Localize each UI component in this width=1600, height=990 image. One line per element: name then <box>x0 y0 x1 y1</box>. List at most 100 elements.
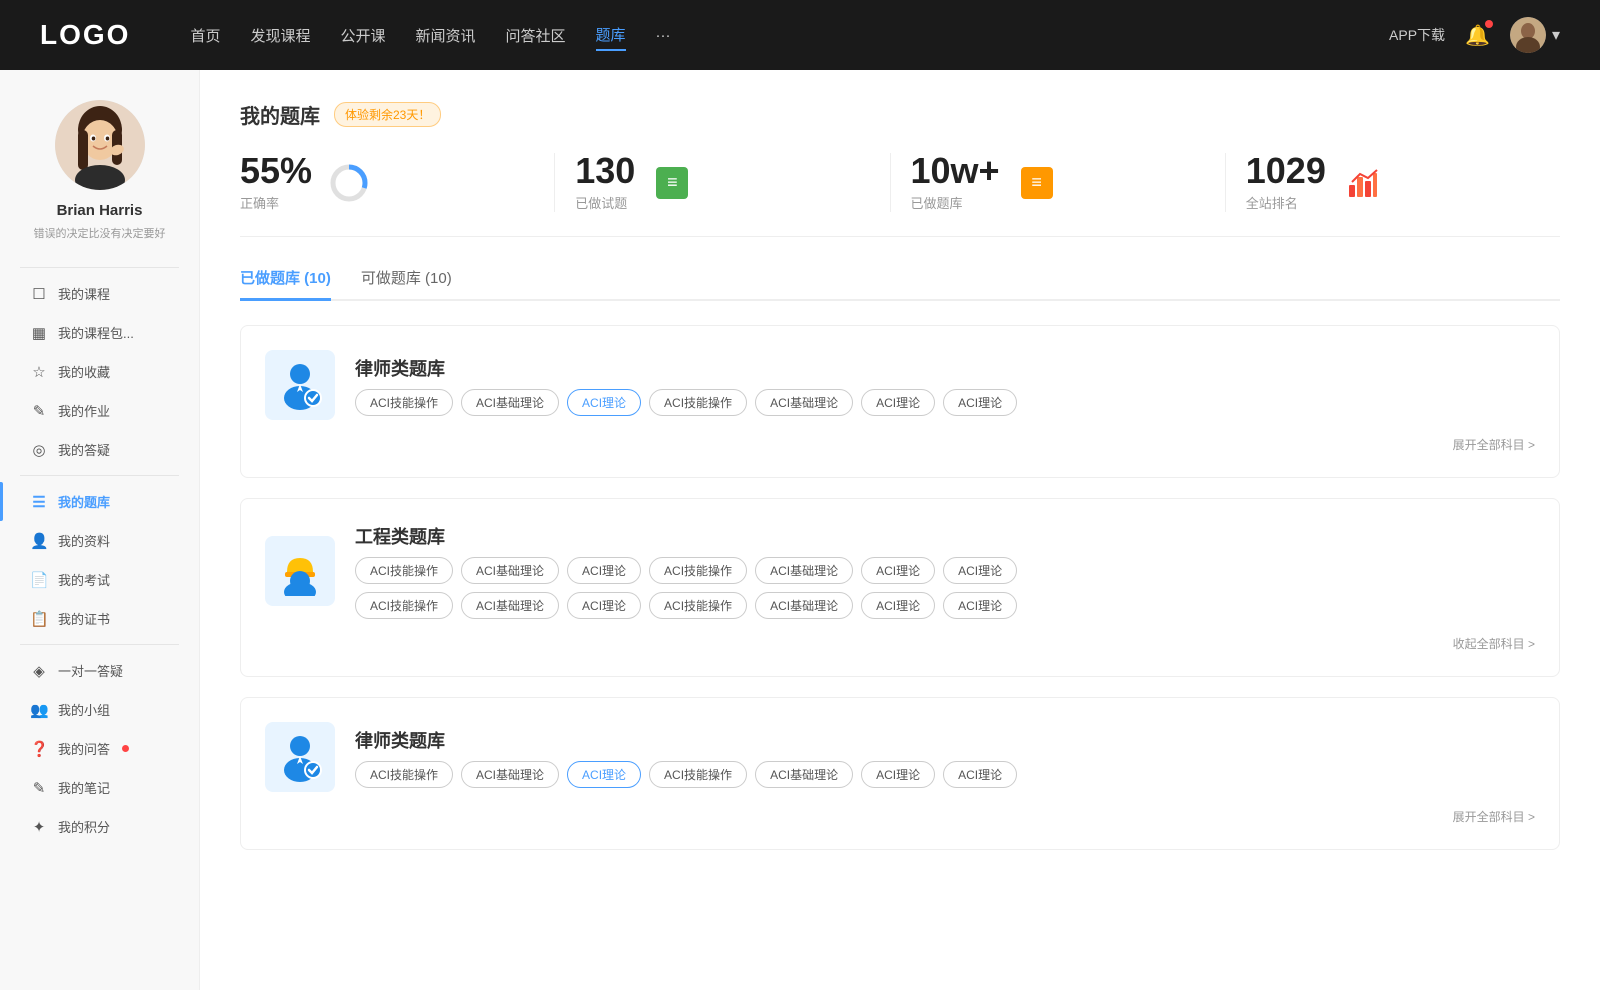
correct-rate-label: 正确率 <box>240 193 312 212</box>
navbar: LOGO 首页 发现课程 公开课 新闻资讯 问答社区 题库 ··· APP下载 … <box>0 0 1600 70</box>
stat-banks-done: 10w+ 已做题库 ≡ <box>891 153 1226 212</box>
sidebar-item-qa[interactable]: ◎ 我的答疑 <box>0 430 199 469</box>
tag-item[interactable]: ACI基础理论 <box>755 389 853 416</box>
question-bank-icon: ☰ <box>30 493 48 511</box>
tag-item[interactable]: ACI基础理论 <box>461 557 559 584</box>
avatar <box>1510 17 1546 53</box>
bank-card-engineer: 工程类题库 ACI技能操作 ACI基础理论 ACI理论 ACI技能操作 ACI基… <box>240 498 1560 677</box>
sidebar-item-group[interactable]: 👥 我的小组 <box>0 690 199 729</box>
sidebar-item-course-pack[interactable]: ▦ 我的课程包... <box>0 313 199 352</box>
sidebar-item-my-course[interactable]: ☐ 我的课程 <box>0 274 199 313</box>
lawyer-bank-tags-1: ACI技能操作 ACI基础理论 ACI理论 ACI技能操作 ACI基础理论 AC… <box>355 389 1017 416</box>
tag-item[interactable]: ACI基础理论 <box>755 761 853 788</box>
sidebar-item-exam[interactable]: 📄 我的考试 <box>0 560 199 599</box>
tag-item[interactable]: ACI理论 <box>567 592 641 619</box>
tag-item[interactable]: ACI理论 <box>567 557 641 584</box>
lawyer-bank-title-2: 律师类题库 <box>355 727 1017 753</box>
tag-item[interactable]: ACI基础理论 <box>461 389 559 416</box>
sidebar-item-certificate[interactable]: 📋 我的证书 <box>0 599 199 638</box>
points-icon: ✦ <box>30 818 48 836</box>
sidebar-item-homework[interactable]: ✎ 我的作业 <box>0 391 199 430</box>
my-qa-icon: ❓ <box>30 740 48 758</box>
tag-item[interactable]: ACI技能操作 <box>355 557 453 584</box>
tag-item[interactable]: ACI技能操作 <box>355 389 453 416</box>
tag-item[interactable]: ACI基础理论 <box>461 592 559 619</box>
bank-card-lawyer-1: 律师类题库 ACI技能操作 ACI基础理论 ACI理论 ACI技能操作 ACI基… <box>240 325 1560 478</box>
tag-item[interactable]: ACI技能操作 <box>649 761 747 788</box>
collapse-link[interactable]: 收起全部科目 > <box>265 635 1535 652</box>
stat-questions-done: 130 已做试题 ≡ <box>555 153 890 212</box>
questions-done-label: 已做试题 <box>575 193 635 212</box>
tag-item[interactable]: ACI技能操作 <box>355 592 453 619</box>
sidebar-user-name: Brian Harris <box>57 202 143 219</box>
lawyer-bank-icon-wrapper <box>265 350 335 420</box>
nav-qa[interactable]: 问答社区 <box>506 21 566 50</box>
app-download-button[interactable]: APP下载 <box>1389 25 1445 45</box>
tag-item[interactable]: ACI理论 <box>861 557 935 584</box>
navbar-right: APP下载 🔔 ▾ <box>1389 17 1560 53</box>
nav-open-course[interactable]: 公开课 <box>340 21 385 50</box>
tag-item-active[interactable]: ACI理论 <box>567 389 641 416</box>
sidebar-item-favorites[interactable]: ☆ 我的收藏 <box>0 352 199 391</box>
nav-more[interactable]: ··· <box>656 23 671 48</box>
qa-red-dot <box>122 745 129 752</box>
sidebar-item-label: 我的问答 <box>58 739 110 758</box>
chevron-down-icon: ▾ <box>1552 25 1560 45</box>
sidebar-item-question-bank[interactable]: ☰ 我的题库 <box>0 482 199 521</box>
green-chart-icon: ≡ <box>656 167 688 199</box>
questions-done-icon: ≡ <box>651 162 693 204</box>
nav-news[interactable]: 新闻资讯 <box>416 21 476 50</box>
trial-badge: 体验剩余23天！ <box>334 102 441 127</box>
tag-item[interactable]: ACI基础理论 <box>755 592 853 619</box>
sidebar-item-one-on-one[interactable]: ◈ 一对一答疑 <box>0 651 199 690</box>
tag-item[interactable]: ACI理论 <box>943 557 1017 584</box>
tag-item[interactable]: ACI基础理论 <box>755 557 853 584</box>
stat-correct-rate: 55% 正确率 <box>240 153 555 212</box>
tag-item[interactable]: ACI理论 <box>861 592 935 619</box>
sidebar-item-label: 我的答疑 <box>58 440 110 459</box>
tag-item[interactable]: ACI理论 <box>943 761 1017 788</box>
tag-item[interactable]: ACI理论 <box>861 389 935 416</box>
questions-done-value: 130 <box>575 153 635 189</box>
page-header: 我的题库 体验剩余23天！ <box>240 100 1560 129</box>
ranking-label: 全站排名 <box>1246 193 1326 212</box>
notification-bell-icon[interactable]: 🔔 <box>1465 23 1490 48</box>
tag-item[interactable]: ACI技能操作 <box>649 389 747 416</box>
logo[interactable]: LOGO <box>40 19 130 51</box>
group-icon: 👥 <box>30 701 48 719</box>
tag-item[interactable]: ACI理论 <box>943 389 1017 416</box>
correct-rate-icon <box>328 162 370 204</box>
sidebar-item-label: 我的小组 <box>58 700 110 719</box>
tag-item[interactable]: ACI理论 <box>943 592 1017 619</box>
nav-question-bank[interactable]: 题库 <box>596 20 626 51</box>
sidebar-item-profile[interactable]: 👤 我的资料 <box>0 521 199 560</box>
qa-icon: ◎ <box>30 441 48 459</box>
tabs-row: 已做题库 (10) 可做题库 (10) <box>240 267 1560 301</box>
tag-item[interactable]: ACI技能操作 <box>355 761 453 788</box>
one-on-one-icon: ◈ <box>30 662 48 680</box>
notification-badge <box>1485 20 1493 28</box>
expand-link-3[interactable]: 展开全部科目 > <box>265 808 1535 825</box>
sidebar-item-label: 我的课程 <box>58 284 110 303</box>
tag-item[interactable]: ACI基础理论 <box>461 761 559 788</box>
homework-icon: ✎ <box>30 402 48 420</box>
tab-done-banks[interactable]: 已做题库 (10) <box>240 267 331 301</box>
banks-done-value: 10w+ <box>911 153 1000 189</box>
tag-item-active[interactable]: ACI理论 <box>567 761 641 788</box>
tag-item[interactable]: ACI技能操作 <box>649 557 747 584</box>
expand-link-1[interactable]: 展开全部科目 > <box>265 436 1535 453</box>
tag-item[interactable]: ACI技能操作 <box>649 592 747 619</box>
tag-item[interactable]: ACI理论 <box>861 761 935 788</box>
sidebar-item-points[interactable]: ✦ 我的积分 <box>0 807 199 846</box>
sidebar-item-notes[interactable]: ✎ 我的笔记 <box>0 768 199 807</box>
bank-card-lawyer-2: 律师类题库 ACI技能操作 ACI基础理论 ACI理论 ACI技能操作 ACI基… <box>240 697 1560 850</box>
sidebar-item-label: 我的考试 <box>58 570 110 589</box>
ranking-value: 1029 <box>1246 153 1326 189</box>
nav-discover[interactable]: 发现课程 <box>250 21 310 50</box>
tab-available-banks[interactable]: 可做题库 (10) <box>361 267 452 301</box>
nav-home[interactable]: 首页 <box>190 21 220 50</box>
sidebar-item-my-qa[interactable]: ❓ 我的问答 <box>0 729 199 768</box>
user-avatar-button[interactable]: ▾ <box>1510 17 1560 53</box>
stat-ranking: 1029 全站排名 <box>1226 153 1560 212</box>
exam-icon: 📄 <box>30 571 48 589</box>
